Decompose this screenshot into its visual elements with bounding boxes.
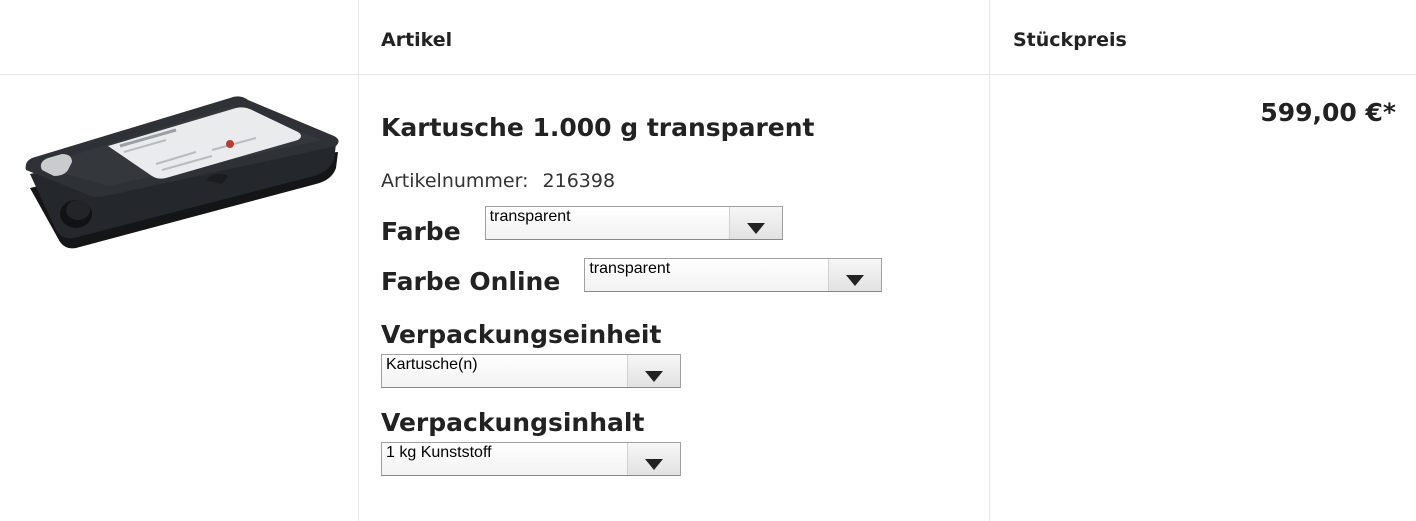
verpackungseinheit-select[interactable]: Kartusche(n): [381, 354, 681, 388]
chevron-down-icon: [846, 275, 865, 286]
farbe-online-select[interactable]: transparent: [584, 258, 883, 292]
column-header-artikel: Artikel: [381, 29, 453, 51]
select-arrow-button[interactable]: [627, 355, 680, 387]
unit-price: 599,00 €*: [1260, 98, 1396, 127]
select-arrow-button[interactable]: [627, 443, 680, 475]
product-title[interactable]: Kartusche 1.000 g transparent: [381, 108, 971, 152]
chevron-down-icon: [746, 223, 765, 234]
farbe-select-value: transparent: [489, 208, 571, 225]
article-cell: Kartusche 1.000 g transparent Artikelnum…: [381, 108, 971, 476]
article-number-value: 216398: [542, 170, 616, 192]
select-arrow-button[interactable]: [728, 207, 782, 239]
verpackungsinhalt-select-value: 1 kg Kunststoff: [386, 444, 492, 461]
cartridge-product-image[interactable]: [16, 92, 346, 252]
option-label-farbe-online: Farbe Online: [381, 267, 561, 296]
option-label-verpackungsinhalt: Verpackungsinhalt: [381, 408, 645, 437]
article-number-label: Artikelnummer:: [381, 170, 529, 192]
farbe-online-select-value: transparent: [589, 260, 671, 277]
header-divider: [0, 74, 1416, 75]
option-farbe-online: Farbe Online transparent: [381, 258, 971, 296]
verpackungseinheit-select-value: Kartusche(n): [386, 356, 478, 373]
option-label-farbe: Farbe: [381, 217, 461, 246]
select-arrow-button[interactable]: [828, 259, 882, 291]
farbe-select[interactable]: transparent: [484, 206, 783, 240]
chevron-down-icon: [645, 459, 663, 470]
verpackungsinhalt-select[interactable]: 1 kg Kunststoff: [381, 442, 681, 476]
option-farbe: Farbe transparent: [381, 206, 971, 246]
column-divider: [358, 0, 359, 521]
option-label-verpackungseinheit: Verpackungseinheit: [381, 320, 662, 349]
article-number: Artikelnummer: 216398: [381, 170, 971, 200]
column-divider: [989, 0, 990, 521]
cart-table: Artikel Stückpreis Kartusche 1.000 g tra…: [0, 0, 1416, 521]
column-header-stueckpreis: Stückpreis: [1013, 29, 1127, 51]
chevron-down-icon: [645, 371, 663, 382]
